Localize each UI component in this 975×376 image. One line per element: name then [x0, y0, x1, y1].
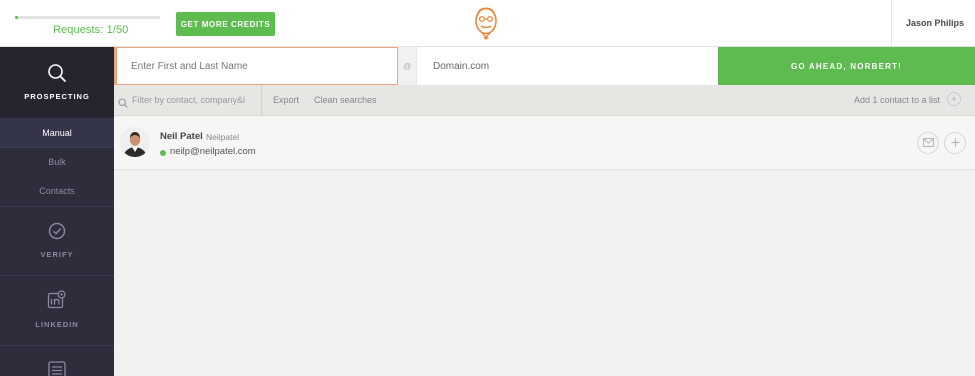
- requests-progress-bar: [15, 16, 160, 19]
- sidebar-label-linkedin: LINKEDIN: [35, 320, 79, 329]
- user-menu-name[interactable]: Jason Philips: [906, 18, 964, 28]
- sidebar-item-verify[interactable]: VERIFY: [0, 207, 114, 274]
- sidebar-divider: [0, 345, 114, 346]
- add-to-list-label[interactable]: Add 1 contact to a list: [854, 95, 940, 105]
- contact-email[interactable]: neilp@neilpatel.com: [170, 146, 256, 157]
- requests-counter: Requests: 1/50: [53, 24, 129, 36]
- avatar: [120, 127, 150, 157]
- at-separator: @: [398, 47, 416, 85]
- sidebar-item-bulk[interactable]: Bulk: [0, 147, 114, 176]
- sidebar-label-prospecting: PROSPECTING: [24, 92, 90, 101]
- add-to-list-button[interactable]: +: [947, 92, 961, 106]
- email-status-dot: [160, 150, 166, 156]
- email-button[interactable]: [917, 132, 939, 154]
- add-contact-button[interactable]: [944, 132, 966, 154]
- go-ahead-button[interactable]: GO AHEAD, NORBERT!: [718, 47, 975, 85]
- sidebar: PROSPECTING Manual Bulk Contacts VERIFY …: [0, 47, 114, 376]
- get-more-credits-button[interactable]: GET MORE CREDITS: [176, 12, 275, 36]
- filter-input[interactable]: Filter by contact, company&l: [132, 95, 245, 105]
- user-divider: [891, 0, 892, 47]
- table-row[interactable]: Neil Patel Neilpatel neilp@neilpatel.com: [114, 117, 975, 170]
- sidebar-item-contacts[interactable]: Contacts: [0, 176, 114, 205]
- contact-name: Neil Patel: [160, 131, 203, 142]
- search-icon: [47, 63, 67, 88]
- export-link[interactable]: Export: [273, 95, 299, 105]
- top-bar: Requests: 1/50 GET MORE CREDITS Jason Ph…: [0, 0, 975, 47]
- sidebar-item-prospecting[interactable]: PROSPECTING: [0, 47, 114, 118]
- name-input[interactable]: [114, 47, 398, 85]
- domain-input[interactable]: [416, 47, 718, 85]
- mail-icon: [922, 134, 934, 152]
- linkedin-profile-icon: [47, 290, 67, 315]
- sidebar-item-linkedin[interactable]: LINKEDIN: [0, 276, 114, 344]
- check-circle-icon: [48, 222, 66, 245]
- sidebar-item-manual[interactable]: Manual: [0, 118, 114, 147]
- filter-bar: Filter by contact, company&l Export Clea…: [114, 85, 975, 116]
- clean-searches-link[interactable]: Clean searches: [314, 95, 377, 105]
- filter-divider: [261, 85, 262, 116]
- norbert-logo-icon[interactable]: [472, 6, 500, 42]
- list-icon[interactable]: [48, 361, 66, 376]
- requests-progress-fill: [15, 16, 18, 19]
- plus-icon: [951, 134, 960, 152]
- contact-handle: Neilpatel: [206, 132, 240, 142]
- sidebar-label-verify: VERIFY: [40, 250, 74, 259]
- filter-search-icon: [118, 95, 128, 113]
